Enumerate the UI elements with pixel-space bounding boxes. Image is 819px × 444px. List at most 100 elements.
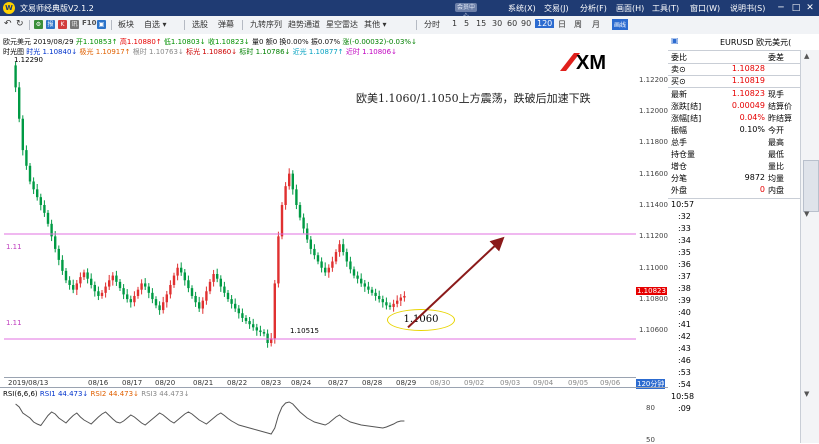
menu-trade[interactable]: 交易(J) bbox=[544, 3, 569, 14]
tick-time: :54 bbox=[678, 380, 691, 389]
tick-time: :09 bbox=[678, 404, 691, 413]
rsi-chart[interactable] bbox=[0, 399, 636, 443]
stock-picker-button[interactable]: 选股 bbox=[192, 19, 208, 30]
period-1[interactable]: 1 bbox=[452, 19, 457, 28]
stat-label: 增仓 bbox=[671, 162, 687, 171]
menu-view[interactable]: 画面(H) bbox=[616, 3, 644, 14]
date-tick-label: 09/02 bbox=[464, 379, 485, 387]
period-60[interactable]: 60 bbox=[507, 19, 517, 28]
tick-time: :41 bbox=[678, 320, 691, 329]
quote-icon[interactable]: 报 bbox=[46, 20, 55, 29]
stat-label: 总手 bbox=[671, 138, 687, 147]
quote-stat-row: 总手 最高 bbox=[668, 137, 800, 148]
sector-button[interactable]: 板块 bbox=[118, 19, 134, 30]
date-tick-label: 09/05 bbox=[568, 379, 589, 387]
layout-icon[interactable]: ▣ bbox=[97, 20, 106, 29]
toolbar-divider bbox=[242, 20, 243, 30]
watchlist-dropdown[interactable]: 自选 ▾ bbox=[144, 19, 167, 30]
period-120[interactable]: 120 bbox=[535, 19, 555, 28]
toolbar: ↶ ↻ ⚙ 报 K 讯 F10 ▣ 板块 自选 ▾ 选股 弹幕 九转序列 趋势通… bbox=[0, 16, 819, 35]
news-icon[interactable]: 讯 bbox=[70, 20, 79, 29]
weibi-label: 委比 bbox=[671, 53, 687, 62]
stat-value: 1.10823 bbox=[731, 89, 765, 98]
buy-row[interactable]: 买⊙ 1.10819 bbox=[668, 76, 800, 87]
star-radar-button[interactable]: 星空雷达 bbox=[326, 19, 358, 30]
minimize-icon[interactable]: ─ bbox=[775, 2, 787, 14]
stat-value: 9872 bbox=[744, 173, 765, 182]
forecast-arrow bbox=[407, 236, 505, 329]
member-center-tag[interactable]: 会员中心 bbox=[455, 3, 477, 20]
menu-window[interactable]: 窗口(W) bbox=[690, 3, 720, 14]
panel-divider bbox=[668, 87, 800, 88]
date-tick-label: 08/30 bbox=[430, 379, 451, 387]
menu-system[interactable]: 系统(X) bbox=[508, 3, 536, 14]
stat-label: 持仓量 bbox=[671, 150, 695, 159]
tick-time: :36 bbox=[678, 260, 691, 269]
stat-label: 最高 bbox=[768, 138, 784, 147]
price-tick-label: 1.10800 bbox=[639, 295, 668, 304]
menu-analysis[interactable]: 分析(F) bbox=[580, 3, 607, 14]
price-tick-label: 1.10600 bbox=[639, 326, 668, 335]
pane-divider bbox=[0, 387, 668, 388]
rsi-header: RSI(6,6,6) RSI1 44.473↓ RSI2 44.473↓ RSI… bbox=[3, 390, 190, 398]
trend-channel-button[interactable]: 趋势通道 bbox=[288, 19, 320, 30]
tick-time: :40 bbox=[678, 308, 691, 317]
scroll-thumb[interactable] bbox=[803, 160, 819, 212]
period-day[interactable]: 日 bbox=[558, 19, 566, 30]
period-intraday[interactable]: 分时 bbox=[424, 19, 440, 30]
sell-row[interactable]: 卖⊙ 1.10828 bbox=[668, 64, 800, 75]
date-tick-label: 08/23 bbox=[261, 379, 282, 387]
stat-label: 均量 bbox=[768, 174, 784, 183]
f10-icon[interactable]: F10 bbox=[82, 19, 97, 27]
period-month[interactable]: 月 bbox=[592, 19, 600, 30]
date-tick-label: 08/29 bbox=[396, 379, 417, 387]
stat-value: 0.00049 bbox=[731, 101, 765, 110]
panel-menu-icon[interactable]: ▣ bbox=[671, 36, 679, 45]
refresh-icon[interactable]: ↻ bbox=[16, 19, 24, 29]
period-15[interactable]: 15 bbox=[476, 19, 486, 28]
close-icon[interactable]: ✕ bbox=[804, 2, 816, 14]
period-week[interactable]: 周 bbox=[574, 19, 582, 30]
other-dropdown[interactable]: 其他 ▾ bbox=[364, 19, 387, 30]
back-icon[interactable]: ↶ bbox=[4, 19, 12, 29]
quote-panel-scrollbar[interactable]: ▲ ▼ ▼ bbox=[800, 50, 819, 443]
period-30[interactable]: 30 bbox=[492, 19, 502, 28]
stat-value: 0.10% bbox=[739, 125, 765, 134]
date-tick-label: 09/06 bbox=[600, 379, 621, 387]
chart-pane[interactable]: 欧元美元 2019/08/29 开1.10853↑ 高1.10880↑ 低1.1… bbox=[0, 34, 669, 444]
rsi-value: RSI3 44.473↓ bbox=[141, 390, 190, 398]
date-tick-label: 08/17 bbox=[122, 379, 143, 387]
price-tick-label: 1.11600 bbox=[639, 169, 668, 178]
price-tick-label: 1.11000 bbox=[639, 263, 668, 272]
draw-line-button[interactable]: 画线 bbox=[612, 19, 629, 30]
scroll-down-icon[interactable]: ▼ bbox=[804, 210, 809, 218]
date-tick-label: 08/20 bbox=[155, 379, 176, 387]
quote-stat-row: 持仓量 最低 bbox=[668, 149, 800, 160]
last-price-tag: 1.10823 bbox=[636, 287, 667, 295]
sell-label: 卖⊙ bbox=[671, 65, 686, 74]
stat-label: 振幅 bbox=[671, 126, 687, 135]
menu-tools[interactable]: 工具(T) bbox=[652, 3, 679, 14]
stat-label: 最新 bbox=[671, 90, 687, 99]
sell-price: 1.10828 bbox=[731, 64, 765, 73]
scroll-down-icon[interactable]: ▼ bbox=[804, 390, 809, 398]
stat-label: 现手 bbox=[768, 90, 784, 99]
stat-label: 昨结算 bbox=[768, 114, 792, 123]
toolbar-divider bbox=[416, 20, 417, 30]
nine-turn-button[interactable]: 九转序列 bbox=[250, 19, 282, 30]
maximize-icon[interactable]: □ bbox=[790, 2, 802, 14]
menu-help[interactable]: 说明书(S) bbox=[730, 3, 765, 14]
date-axis-line bbox=[4, 377, 636, 378]
danmaku-button[interactable]: 弹幕 bbox=[218, 19, 234, 30]
period-5[interactable]: 5 bbox=[464, 19, 469, 28]
settings-icon[interactable]: ⚙ bbox=[34, 20, 43, 29]
price-tick-label: 1.11200 bbox=[639, 232, 668, 241]
date-tick-label: 08/22 bbox=[227, 379, 248, 387]
period-90[interactable]: 90 bbox=[521, 19, 531, 28]
quote-stat-row: 外盘 0 内盘 bbox=[668, 185, 800, 196]
stat-label: 外盘 bbox=[671, 186, 687, 195]
stat-value: 0 bbox=[759, 185, 765, 194]
chart-k-icon[interactable]: K bbox=[58, 20, 67, 29]
scroll-up-icon[interactable]: ▲ bbox=[804, 52, 809, 60]
weibi-row: 委比 委差 bbox=[668, 52, 800, 63]
